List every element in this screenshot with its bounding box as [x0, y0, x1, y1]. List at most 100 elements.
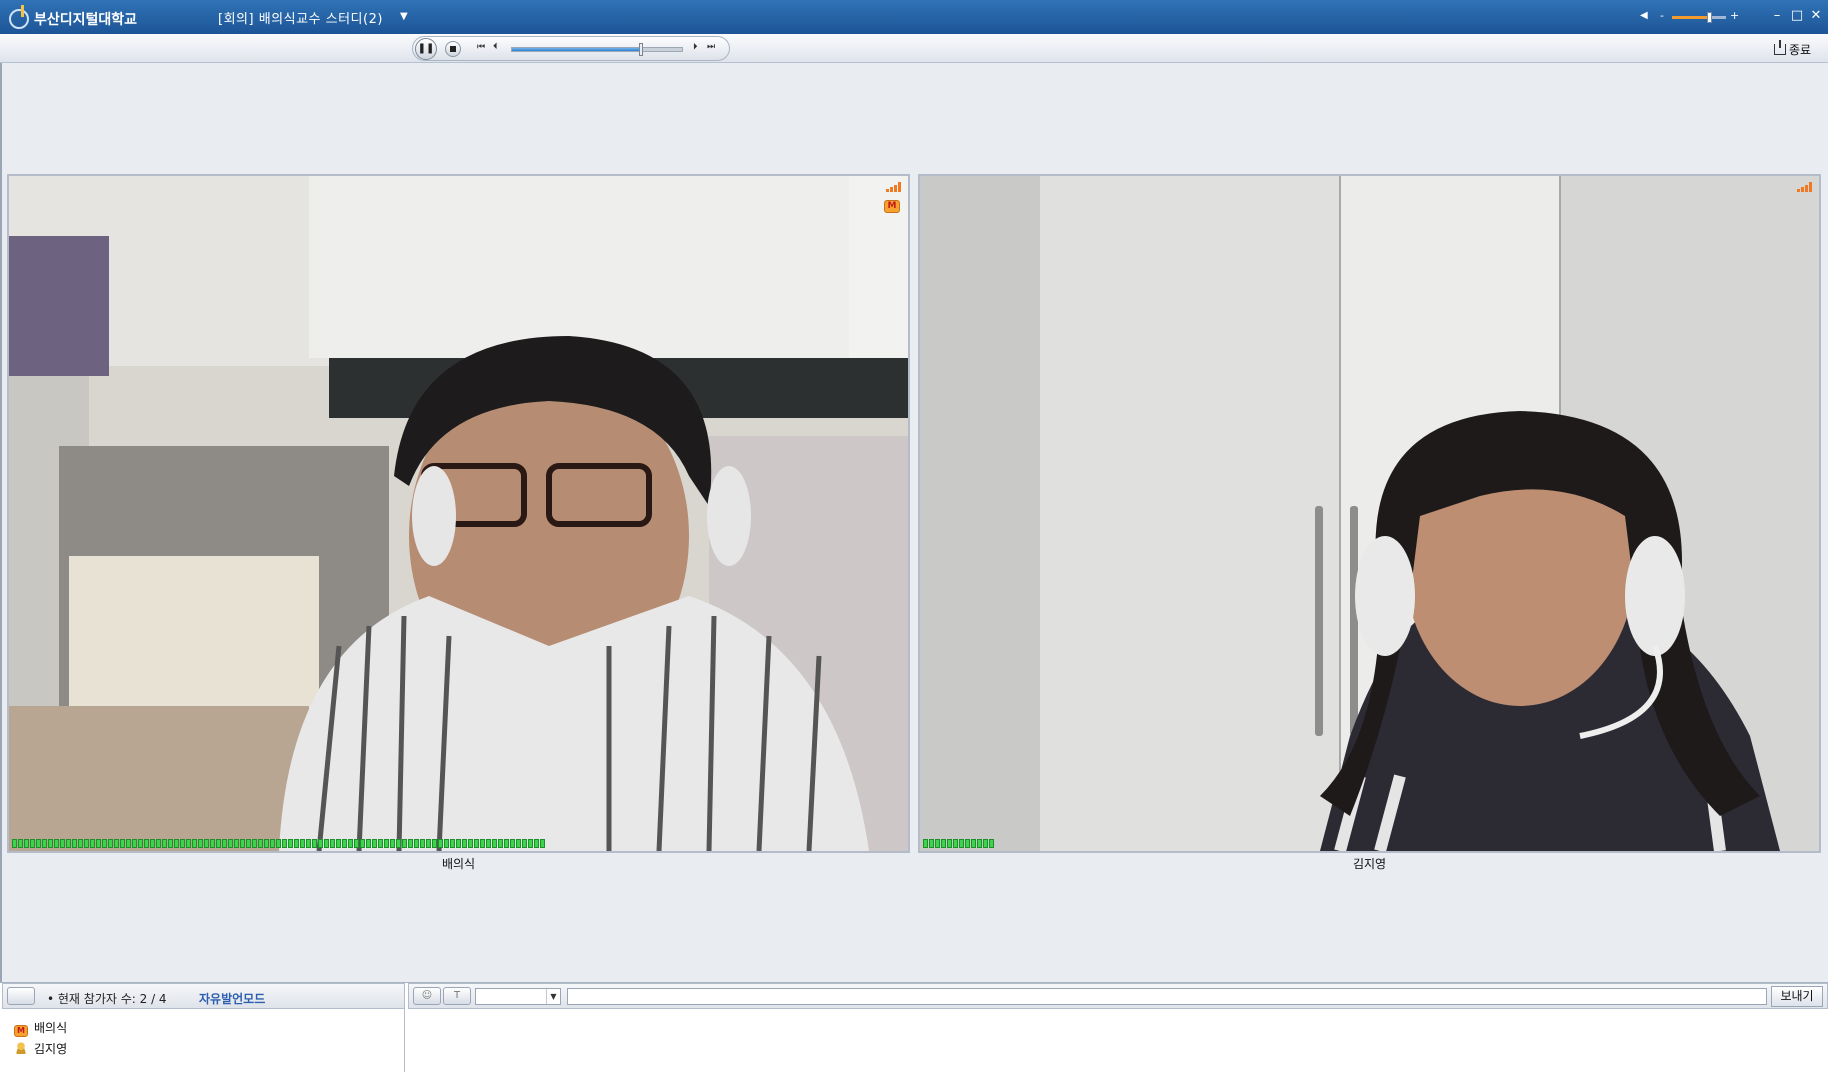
speaker-icon: ◀ [1640, 10, 1648, 21]
participant-name-label: 배의식 [441, 857, 476, 871]
volume-down-icon[interactable]: - [1660, 9, 1664, 22]
audio-level-segment [540, 839, 545, 848]
audio-level-segment [348, 839, 353, 848]
audio-level-segment [174, 839, 179, 848]
audio-level-segment [342, 839, 347, 848]
playback-fill [512, 48, 642, 51]
audio-level-segment [198, 839, 203, 848]
speaking-mode-label[interactable]: 자유발언모드 [199, 990, 265, 1007]
audio-level-segment [12, 839, 17, 848]
close-button[interactable]: ✕ [1809, 8, 1823, 23]
audio-level-segment [102, 839, 107, 848]
audio-level-segment [953, 839, 958, 848]
toolbar: ❚❚ ⏮ ⏴ ⏵ ⏭ 종료 [0, 34, 1828, 63]
text-format-button[interactable]: T [443, 987, 471, 1005]
chat-message-area[interactable] [408, 1009, 1828, 1072]
audio-level-segment [90, 839, 95, 848]
participant-list-item[interactable]: 김지영 [14, 1040, 67, 1057]
stop-button[interactable] [445, 41, 461, 57]
audio-level-segment [408, 839, 413, 848]
volume-slider[interactable] [1672, 12, 1726, 23]
audio-level-segment [204, 839, 209, 848]
playback-progress[interactable] [511, 43, 683, 56]
signal-strength-icon [886, 182, 902, 192]
audio-level-segment [432, 839, 437, 848]
audio-level-segment [234, 839, 239, 848]
app-logo-icon [9, 5, 29, 29]
audio-level-segment [222, 839, 227, 848]
audio-level-segment [30, 839, 35, 848]
audio-level-segment [534, 839, 539, 848]
audio-level-segment [138, 839, 143, 848]
video-tile-2[interactable] [918, 174, 1821, 853]
participants-icon[interactable] [7, 987, 35, 1005]
font-select[interactable]: ▼ [475, 988, 561, 1005]
volume-control[interactable]: ◀ - + [1640, 9, 1740, 24]
volume-knob[interactable] [1706, 12, 1712, 23]
audio-level-segment [336, 839, 341, 848]
participant-list-item[interactable]: M 배의식 [14, 1019, 67, 1037]
audio-level-segment [246, 839, 251, 848]
pause-button[interactable]: ❚❚ [415, 38, 437, 60]
audio-level-segment [312, 839, 317, 848]
step-forward-icon[interactable]: ⏵ [693, 42, 698, 52]
audio-level-meter [12, 839, 545, 848]
volume-fill [1672, 16, 1710, 19]
audio-level-segment [426, 839, 431, 848]
skip-start-icon[interactable]: ⏮ [477, 42, 485, 52]
audio-level-segment [264, 839, 269, 848]
audio-level-segment [252, 839, 257, 848]
chevron-down-icon[interactable]: ▼ [546, 989, 560, 1004]
audio-level-segment [156, 839, 161, 848]
audio-level-segment [132, 839, 137, 848]
step-back-icon[interactable]: ⏴ [493, 42, 498, 52]
skip-end-icon[interactable]: ⏭ [707, 42, 715, 52]
signal-strength-icon [1797, 182, 1813, 192]
audio-level-segment [420, 839, 425, 848]
audio-level-segment [935, 839, 940, 848]
audio-level-segment [923, 839, 928, 848]
user-icon [14, 1042, 28, 1054]
playback-knob[interactable] [639, 43, 644, 56]
audio-level-segment [989, 839, 994, 848]
minimize-button[interactable]: – [1770, 8, 1784, 23]
brand-name: 부산디지털대학교 [34, 12, 138, 28]
audio-level-segment [84, 839, 89, 848]
audio-level-segment [18, 839, 23, 848]
audio-level-segment [114, 839, 119, 848]
audio-level-segment [462, 839, 467, 848]
audio-level-segment [510, 839, 515, 848]
audio-level-segment [120, 839, 125, 848]
participant-list-name: 김지영 [34, 1042, 68, 1056]
audio-level-segment [192, 839, 197, 848]
audio-level-segment [24, 839, 29, 848]
audio-level-segment [947, 839, 952, 848]
emoticon-button[interactable]: ☺ [413, 987, 441, 1005]
audio-level-segment [54, 839, 59, 848]
audio-level-segment [96, 839, 101, 848]
audio-level-segment [60, 839, 65, 848]
audio-level-segment [258, 839, 263, 848]
audio-level-segment [324, 839, 329, 848]
exit-button[interactable]: 종료 [1774, 40, 1811, 58]
chat-input[interactable] [567, 988, 1767, 1005]
audio-level-segment [180, 839, 185, 848]
send-button[interactable]: 보내기 [1771, 986, 1823, 1007]
audio-level-segment [42, 839, 47, 848]
meeting-dropdown-icon[interactable]: ▼ [400, 11, 408, 22]
meeting-title[interactable]: [회의] 배의식교수 스터디(2) [218, 8, 383, 27]
audio-level-segment [72, 839, 77, 848]
audio-level-segment [390, 839, 395, 848]
audio-level-segment [486, 839, 491, 848]
audio-level-segment [468, 839, 473, 848]
audio-level-segment [210, 839, 215, 848]
maximize-button[interactable]: □ [1790, 8, 1804, 23]
volume-up-icon[interactable]: + [1730, 9, 1739, 22]
audio-level-segment [414, 839, 419, 848]
participant-name-label: 김지영 [1352, 857, 1387, 871]
audio-level-segment [270, 839, 275, 848]
audio-level-meter [923, 839, 994, 848]
audio-level-segment [498, 839, 503, 848]
audio-level-segment [354, 839, 359, 848]
video-tile-1[interactable]: M [7, 174, 910, 853]
